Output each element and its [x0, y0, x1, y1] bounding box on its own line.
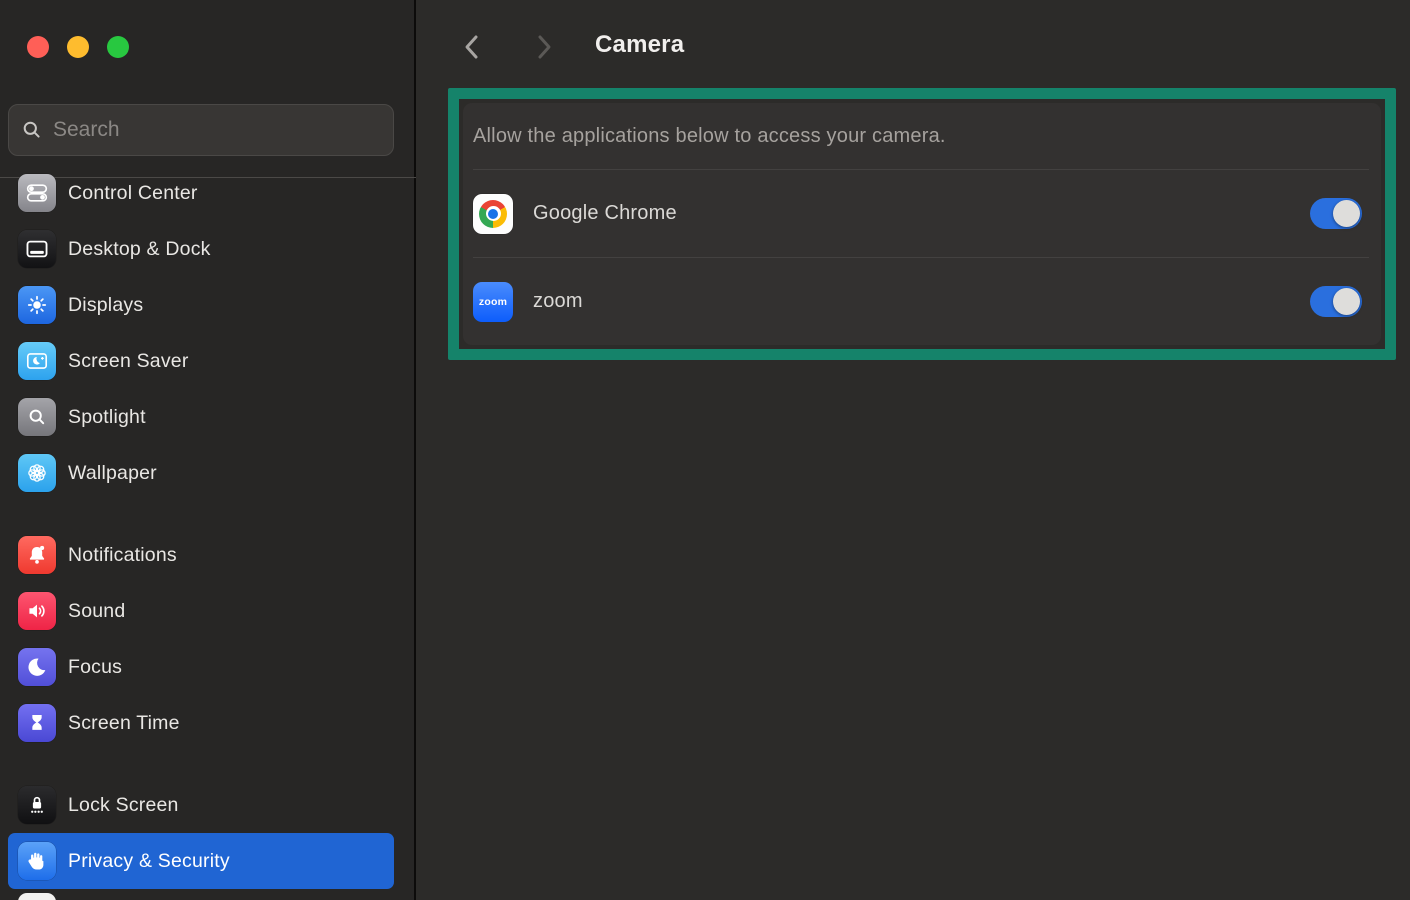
panel-caption: Allow the applications below to access y… [463, 103, 1381, 169]
privacy-security-icon [18, 842, 56, 880]
sidebar-item-wallpaper[interactable]: Wallpaper [8, 445, 394, 501]
sidebar-item-sound[interactable]: Sound [8, 583, 394, 639]
notifications-icon [18, 536, 56, 574]
sidebar-item-screen-saver[interactable]: Screen Saver [8, 333, 394, 389]
sidebar-item-lock-screen[interactable]: Lock Screen [8, 777, 394, 833]
sidebar-item-label: Lock Screen [68, 794, 179, 817]
sidebar-item-spotlight[interactable]: Spotlight [8, 389, 394, 445]
sidebar-item-partial-icon [18, 893, 56, 900]
sidebar-item-label: Desktop & Dock [68, 238, 211, 261]
sidebar: Control Center Desktop & Dock [0, 0, 416, 900]
sidebar-item-desktop-dock[interactable]: Desktop & Dock [8, 221, 394, 277]
sidebar-item-label: Focus [68, 656, 122, 679]
zoom-app-icon: zoom [473, 282, 513, 322]
window-controls [27, 36, 129, 58]
sidebar-item-label: Spotlight [68, 406, 146, 429]
minimize-window-button[interactable] [67, 36, 89, 58]
google-chrome-toggle[interactable] [1310, 198, 1362, 229]
sidebar-item-label: Displays [68, 294, 143, 317]
sidebar-item-notifications[interactable]: Notifications [8, 527, 394, 583]
close-window-button[interactable] [27, 36, 49, 58]
sidebar-item-label: Notifications [68, 544, 177, 567]
sidebar-item-label: Screen Time [68, 712, 180, 735]
search-icon [21, 119, 43, 141]
spotlight-icon [18, 398, 56, 436]
sidebar-item-screen-time[interactable]: Screen Time [8, 695, 394, 751]
displays-icon [18, 286, 56, 324]
sound-icon [18, 592, 56, 630]
forward-button[interactable] [528, 28, 560, 66]
page-title: Camera [595, 31, 684, 59]
zoom-window-button[interactable] [107, 36, 129, 58]
search-input[interactable] [53, 118, 381, 142]
sidebar-item-label: Wallpaper [68, 462, 157, 485]
zoom-icon-label: zoom [479, 296, 507, 308]
app-name: Google Chrome [533, 202, 1290, 225]
zoom-toggle[interactable] [1310, 286, 1362, 317]
control-center-icon [18, 174, 56, 212]
sidebar-item-privacy-security[interactable]: Privacy & Security [8, 833, 394, 889]
screen-time-icon [18, 704, 56, 742]
focus-icon [18, 648, 56, 686]
search-field[interactable] [8, 104, 394, 156]
sidebar-item-displays[interactable]: Displays [8, 277, 394, 333]
sidebar-item-control-center[interactable]: Control Center [8, 165, 394, 221]
sidebar-item-label: Screen Saver [68, 350, 189, 373]
system-settings-window: Control Center Desktop & Dock [0, 0, 1410, 900]
screen-saver-icon [18, 342, 56, 380]
sidebar-item-label: Privacy & Security [68, 850, 230, 873]
app-row-google-chrome: Google Chrome [463, 170, 1381, 257]
lock-screen-icon [18, 786, 56, 824]
annotation-highlight-box: Allow the applications below to access y… [448, 88, 1396, 360]
camera-permissions-panel: Allow the applications below to access y… [463, 103, 1381, 345]
google-chrome-icon [473, 194, 513, 234]
app-row-zoom: zoom zoom [463, 258, 1381, 345]
sidebar-item-label: Control Center [68, 182, 198, 205]
desktop-dock-icon [18, 230, 56, 268]
app-name: zoom [533, 290, 1290, 313]
wallpaper-icon [18, 454, 56, 492]
back-button[interactable] [456, 28, 488, 66]
sidebar-item-label: Sound [68, 600, 125, 623]
sidebar-item-focus[interactable]: Focus [8, 639, 394, 695]
